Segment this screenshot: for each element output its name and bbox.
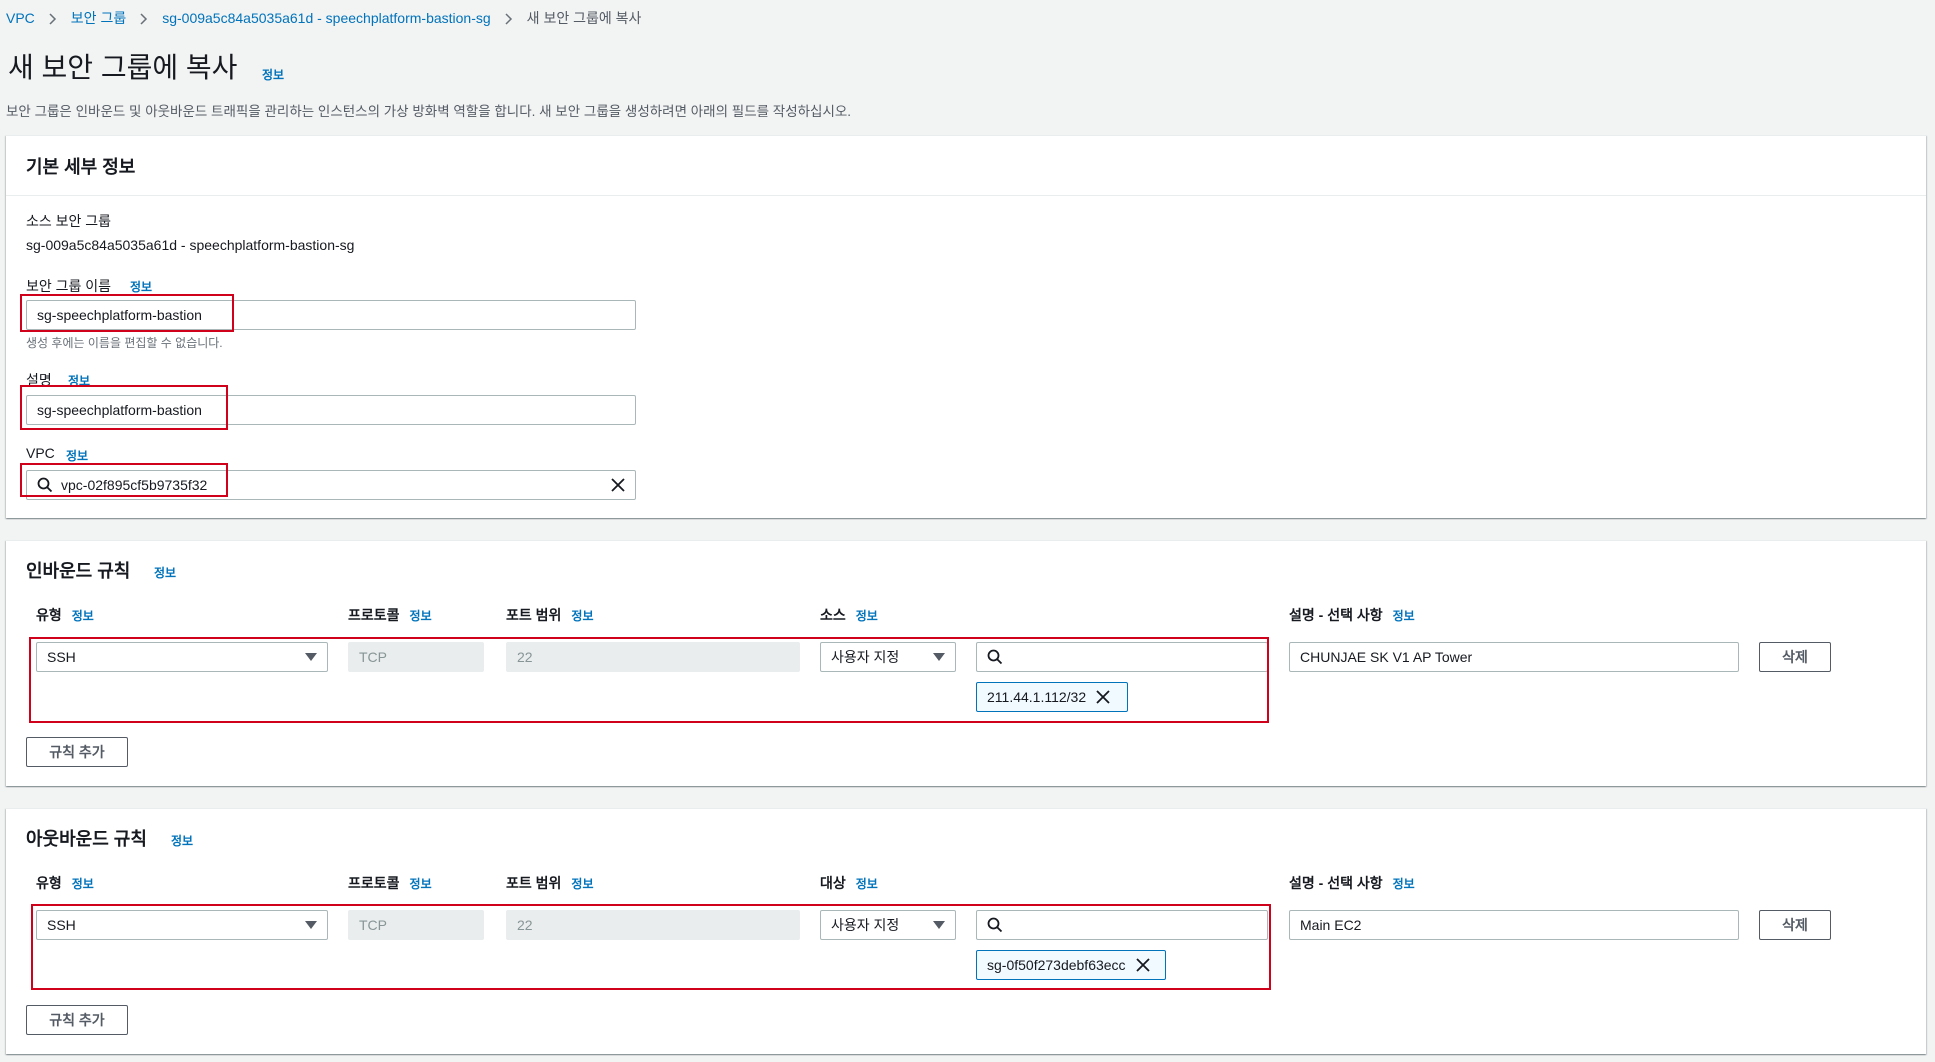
inbound-col-type: 유형 정보: [36, 607, 94, 623]
outbound-type-select[interactable]: SSH: [36, 910, 328, 940]
outbound-col-port: 포트 범위 정보: [506, 875, 594, 891]
search-icon: [37, 477, 53, 493]
outbound-col-type: 유형 정보: [36, 875, 94, 891]
inbound-col-source: 소스 정보: [820, 607, 878, 623]
inbound-add-rule-button[interactable]: 규칙 추가: [26, 737, 128, 767]
caret-down-icon: [933, 653, 945, 661]
outbound-dest-search-input[interactable]: [976, 910, 1268, 940]
outbound-dest-mode-select[interactable]: 사용자 지정: [820, 910, 956, 940]
sg-name-info-link[interactable]: 정보: [130, 278, 152, 295]
chevron-right-icon: [491, 10, 527, 26]
inbound-col-protocol: 프로토콜 정보: [348, 607, 432, 623]
basic-details-header: 기본 세부 정보: [6, 136, 1926, 196]
inbound-col-port: 포트 범위 정보: [506, 607, 594, 623]
inbound-protocol-input: TCP: [348, 642, 484, 672]
outbound-col-description: 설명 - 선택 사항 정보: [1289, 875, 1415, 891]
chevron-right-icon: [126, 10, 162, 26]
outbound-description-input[interactable]: Main EC2: [1289, 910, 1739, 940]
vpc-label: VPC: [26, 445, 55, 461]
inbound-col-description: 설명 - 선택 사항 정보: [1289, 607, 1415, 623]
breadcrumb: VPC 보안 그룹 sg-009a5c84a5035a61d - speechp…: [6, 8, 641, 28]
chevron-right-icon: [35, 10, 71, 26]
outbound-add-rule-button[interactable]: 규칙 추가: [26, 1005, 128, 1035]
inbound-type-select[interactable]: SSH: [36, 642, 328, 672]
sg-name-input[interactable]: sg-speechplatform-bastion: [26, 300, 636, 330]
outbound-rules-panel: 아웃바운드 규칙 정보 유형 정보 프로토콜 정보 포트 범위 정보 대상 정보 설명 …: [6, 808, 1926, 1054]
outbound-protocol-input: TCP: [348, 910, 484, 940]
page-info-link[interactable]: 정보: [262, 66, 284, 83]
outbound-delete-button[interactable]: 삭제: [1759, 910, 1831, 940]
breadcrumb-source-sg[interactable]: sg-009a5c84a5035a61d - speechplatform-ba…: [162, 10, 490, 26]
outbound-dest-token: sg-0f50f273debf63ecc: [976, 950, 1166, 980]
outbound-col-protocol: 프로토콜 정보: [348, 875, 432, 891]
search-icon: [987, 649, 1003, 665]
caret-down-icon: [933, 921, 945, 929]
vpc-search-input[interactable]: vpc-02f895cf5b9735f32: [26, 470, 636, 500]
outbound-col-destination: 대상 정보: [820, 875, 878, 891]
inbound-source-search-input[interactable]: [976, 642, 1268, 672]
inbound-info-link[interactable]: 정보: [154, 564, 176, 581]
outbound-info-link[interactable]: 정보: [171, 832, 193, 849]
basic-details-title: 기본 세부 정보: [26, 157, 136, 177]
close-icon[interactable]: [1096, 690, 1110, 704]
vpc-info-link[interactable]: 정보: [66, 447, 88, 464]
inbound-delete-button[interactable]: 삭제: [1759, 642, 1831, 672]
description-info-link[interactable]: 정보: [68, 372, 90, 389]
basic-details-panel: 기본 세부 정보 소스 보안 그룹 sg-009a5c84a5035a61d -…: [6, 135, 1926, 518]
inbound-source-mode-select[interactable]: 사용자 지정: [820, 642, 956, 672]
inbound-rules-title: 인바운드 규칙: [26, 561, 131, 581]
breadcrumb-security-groups[interactable]: 보안 그룹: [71, 8, 126, 28]
inbound-port-input: 22: [506, 642, 800, 672]
search-icon: [987, 917, 1003, 933]
sg-name-label: 보안 그룹 이름: [26, 278, 112, 294]
page-description: 보안 그룹은 인바운드 및 아웃바운드 트래픽을 관리하는 인스턴스의 가상 방…: [6, 104, 852, 119]
sg-name-input-value: sg-speechplatform-bastion: [37, 307, 202, 323]
outbound-rules-title: 아웃바운드 규칙: [26, 829, 147, 849]
inbound-description-input[interactable]: CHUNJAE SK V1 AP Tower: [1289, 642, 1739, 672]
close-icon[interactable]: [611, 478, 625, 492]
close-icon[interactable]: [1135, 958, 1150, 972]
description-input-value: sg-speechplatform-bastion: [37, 402, 202, 418]
source-sg-value: sg-009a5c84a5035a61d - speechplatform-ba…: [26, 237, 355, 253]
caret-down-icon: [305, 921, 317, 929]
description-input[interactable]: sg-speechplatform-bastion: [26, 395, 636, 425]
description-label: 설명: [26, 372, 52, 388]
vpc-input-value: vpc-02f895cf5b9735f32: [61, 477, 208, 493]
caret-down-icon: [305, 653, 317, 661]
sg-name-hint: 생성 후에는 이름을 편집할 수 없습니다.: [26, 336, 223, 350]
inbound-source-token: 211.44.1.112/32: [976, 682, 1128, 712]
breadcrumb-current: 새 보안 그룹에 복사: [526, 10, 642, 26]
breadcrumb-vpc[interactable]: VPC: [6, 10, 35, 26]
inbound-rules-panel: 인바운드 규칙 정보 유형 정보 프로토콜 정보 포트 범위 정보 소스 정보 설명 -…: [6, 540, 1926, 786]
outbound-port-input: 22: [506, 910, 800, 940]
page-title: 새 보안 그룹에 복사: [8, 52, 238, 83]
source-sg-label: 소스 보안 그룹: [26, 213, 112, 229]
